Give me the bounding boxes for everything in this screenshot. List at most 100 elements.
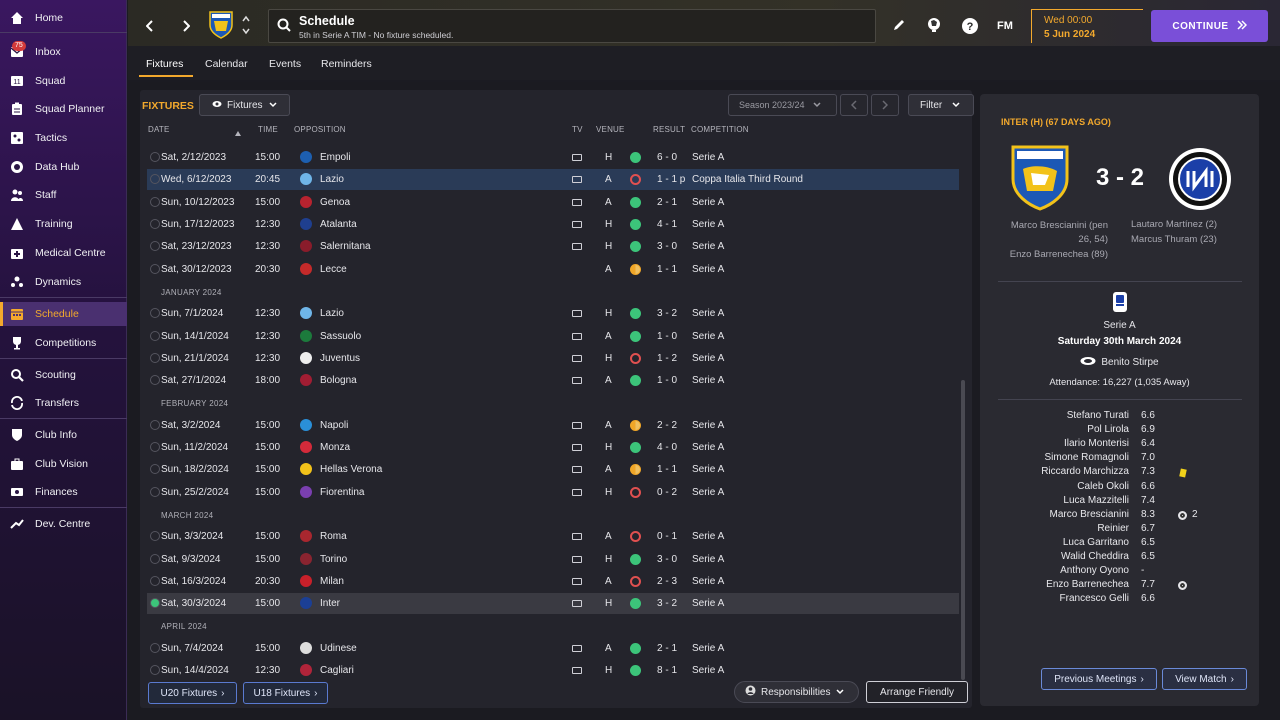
- search-icon[interactable]: [277, 18, 291, 35]
- fixture-row[interactable]: Sun, 17/12/2023 12:30 Atalanta H 4 - 1 Serie …: [147, 214, 959, 235]
- row-select-radio[interactable]: [150, 353, 160, 363]
- tab-reminders[interactable]: Reminders: [321, 58, 372, 70]
- fixture-competition[interactable]: Serie A: [692, 554, 724, 565]
- tab-calendar[interactable]: Calendar: [205, 58, 248, 70]
- forward-button[interactable]: [176, 14, 196, 38]
- sidebar-item-squad-planner[interactable]: Squad Planner: [0, 97, 127, 121]
- fixture-competition[interactable]: Serie A: [692, 576, 724, 587]
- fixture-row[interactable]: Sun, 18/2/2024 15:00 Hellas Verona A 1 - 1 Se…: [147, 459, 959, 480]
- fixture-row[interactable]: Sat, 2/12/2023 15:00 Empoli H 6 - 0 Serie A: [147, 147, 959, 168]
- row-select-radio[interactable]: [150, 375, 160, 385]
- row-select-radio[interactable]: [150, 308, 160, 318]
- fixture-opposition[interactable]: Inter: [320, 598, 340, 609]
- player-name[interactable]: Enzo Barrenechea: [1046, 579, 1129, 590]
- fixture-competition[interactable]: Serie A: [692, 241, 724, 252]
- player-name[interactable]: Riccardo Marchizza: [1041, 466, 1129, 477]
- sidebar-item-tactics[interactable]: Tactics: [0, 126, 127, 150]
- column-header-opposition[interactable]: OPPOSITION: [294, 125, 346, 134]
- help-icon[interactable]: ?: [960, 16, 980, 36]
- row-select-radio[interactable]: [150, 643, 160, 653]
- fixture-row[interactable]: Sat, 16/3/2024 20:30 Milan A 2 - 3 Serie A: [147, 571, 959, 592]
- column-header-date[interactable]: DATE: [148, 125, 170, 134]
- tab-events[interactable]: Events: [269, 58, 301, 70]
- column-header-result[interactable]: RESULT: [653, 125, 685, 134]
- fixture-row[interactable]: Sat, 30/3/2024 15:00 Inter H 3 - 2 Serie A: [147, 593, 959, 614]
- fixture-opposition[interactable]: Bologna: [320, 375, 357, 386]
- fixture-competition[interactable]: Serie A: [692, 442, 724, 453]
- sidebar-item-home[interactable]: Home: [0, 6, 127, 30]
- row-select-radio[interactable]: [150, 531, 160, 541]
- fixture-row[interactable]: Sat, 30/12/2023 20:30 Lecce A 1 - 1 Serie A: [147, 259, 959, 280]
- sidebar-item-training[interactable]: Training: [0, 212, 127, 236]
- fixture-row[interactable]: Sat, 27/1/2024 18:00 Bologna A 1 - 0 Serie A: [147, 370, 959, 391]
- fixture-opposition[interactable]: Udinese: [320, 643, 357, 654]
- club-crest[interactable]: [208, 10, 234, 40]
- fixture-opposition[interactable]: Sassuolo: [320, 331, 361, 342]
- fixture-opposition[interactable]: Salernitana: [320, 241, 371, 252]
- fixture-competition[interactable]: Serie A: [692, 464, 724, 475]
- fixture-row[interactable]: Sat, 3/2/2024 15:00 Napoli A 2 - 2 Serie A: [147, 415, 959, 436]
- fixture-opposition[interactable]: Torino: [320, 554, 347, 565]
- fixture-opposition[interactable]: Fiorentina: [320, 487, 364, 498]
- fixture-opposition[interactable]: Atalanta: [320, 219, 357, 230]
- filter-button[interactable]: Filter: [908, 94, 974, 116]
- view-match-button[interactable]: View Match ›: [1162, 668, 1247, 690]
- fixture-row[interactable]: Sun, 14/4/2024 12:30 Cagliari H 8 - 1 Serie A: [147, 660, 959, 681]
- sidebar-item-scouting[interactable]: Scouting: [0, 363, 127, 387]
- u20-fixtures-button[interactable]: U20 Fixtures ›: [148, 682, 237, 704]
- fixture-row[interactable]: Sat, 9/3/2024 15:00 Torino H 3 - 0 Serie A: [147, 549, 959, 570]
- sidebar-item-data-hub[interactable]: Data Hub: [0, 155, 127, 179]
- sidebar-item-club-info[interactable]: Club Info: [0, 423, 127, 447]
- fixture-row[interactable]: Sun, 21/1/2024 12:30 Juventus H 1 - 2 Serie A: [147, 348, 959, 369]
- player-name[interactable]: Walid Cheddira: [1061, 551, 1129, 562]
- fixture-row[interactable]: Sun, 25/2/2024 15:00 Fiorentina H 0 - 2 Serie…: [147, 482, 959, 503]
- sidebar-item-transfers[interactable]: Transfers: [0, 391, 127, 415]
- fixture-row[interactable]: Sun, 7/4/2024 15:00 Udinese A 2 - 1 Serie A: [147, 638, 959, 659]
- row-select-radio[interactable]: [150, 420, 160, 430]
- home-team-crest[interactable]: [1011, 145, 1069, 214]
- fixture-row[interactable]: Sun, 3/3/2024 15:00 Roma A 0 - 1 Serie A: [147, 526, 959, 547]
- continue-button[interactable]: CONTINUE: [1151, 10, 1268, 42]
- row-select-radio[interactable]: [150, 598, 160, 608]
- row-select-radio[interactable]: [150, 241, 160, 251]
- fixture-opposition[interactable]: Genoa: [320, 197, 350, 208]
- sidebar-item-squad[interactable]: 11 Squad: [0, 69, 127, 93]
- column-header-venue[interactable]: VENUE: [596, 125, 625, 134]
- fixture-opposition[interactable]: Napoli: [320, 420, 348, 431]
- fixture-competition[interactable]: Serie A: [692, 643, 724, 654]
- away-team-crest[interactable]: [1168, 147, 1232, 214]
- previous-meetings-button[interactable]: Previous Meetings ›: [1041, 668, 1157, 690]
- column-header-competition[interactable]: COMPETITION: [691, 125, 749, 134]
- sidebar-item-club-vision[interactable]: Club Vision: [0, 452, 127, 476]
- fixture-competition[interactable]: Serie A: [692, 219, 724, 230]
- fixture-competition[interactable]: Serie A: [692, 531, 724, 542]
- fixture-competition[interactable]: Serie A: [692, 264, 724, 275]
- player-name[interactable]: Pol Lirola: [1087, 424, 1129, 435]
- row-select-radio[interactable]: [150, 152, 160, 162]
- player-name[interactable]: Ilario Monterisi: [1064, 438, 1129, 449]
- row-select-radio[interactable]: [150, 219, 160, 229]
- fixture-opposition[interactable]: Monza: [320, 442, 350, 453]
- row-select-radio[interactable]: [150, 487, 160, 497]
- player-name[interactable]: Marco Brescianini: [1050, 509, 1129, 520]
- row-select-radio[interactable]: [150, 331, 160, 341]
- player-name[interactable]: Luca Garritano: [1063, 537, 1129, 548]
- player-name[interactable]: Anthony Oyono: [1060, 565, 1129, 576]
- fixture-opposition[interactable]: Roma: [320, 531, 347, 542]
- row-select-radio[interactable]: [150, 464, 160, 474]
- fm-menu-button[interactable]: FM: [994, 16, 1016, 36]
- view-dropdown[interactable]: Fixtures: [199, 94, 290, 116]
- previous-season-button[interactable]: [840, 94, 868, 116]
- scrollbar[interactable]: [961, 380, 965, 680]
- edit-icon[interactable]: [890, 16, 908, 34]
- row-select-radio[interactable]: [150, 174, 160, 184]
- fixture-competition[interactable]: Serie A: [692, 487, 724, 498]
- sidebar-item-staff[interactable]: Staff: [0, 183, 127, 207]
- sidebar-item-medical-centre[interactable]: Medical Centre: [0, 241, 127, 265]
- player-name[interactable]: Stefano Turati: [1067, 410, 1129, 421]
- fixture-row[interactable]: Sun, 10/12/2023 15:00 Genoa A 2 - 1 Serie A: [147, 192, 959, 213]
- fixture-opposition[interactable]: Empoli: [320, 152, 351, 163]
- sidebar-item-competitions[interactable]: Competitions: [0, 331, 127, 355]
- fixture-row[interactable]: Sat, 23/12/2023 12:30 Salernitana H 3 - 0 Ser…: [147, 236, 959, 257]
- row-select-radio[interactable]: [150, 264, 160, 274]
